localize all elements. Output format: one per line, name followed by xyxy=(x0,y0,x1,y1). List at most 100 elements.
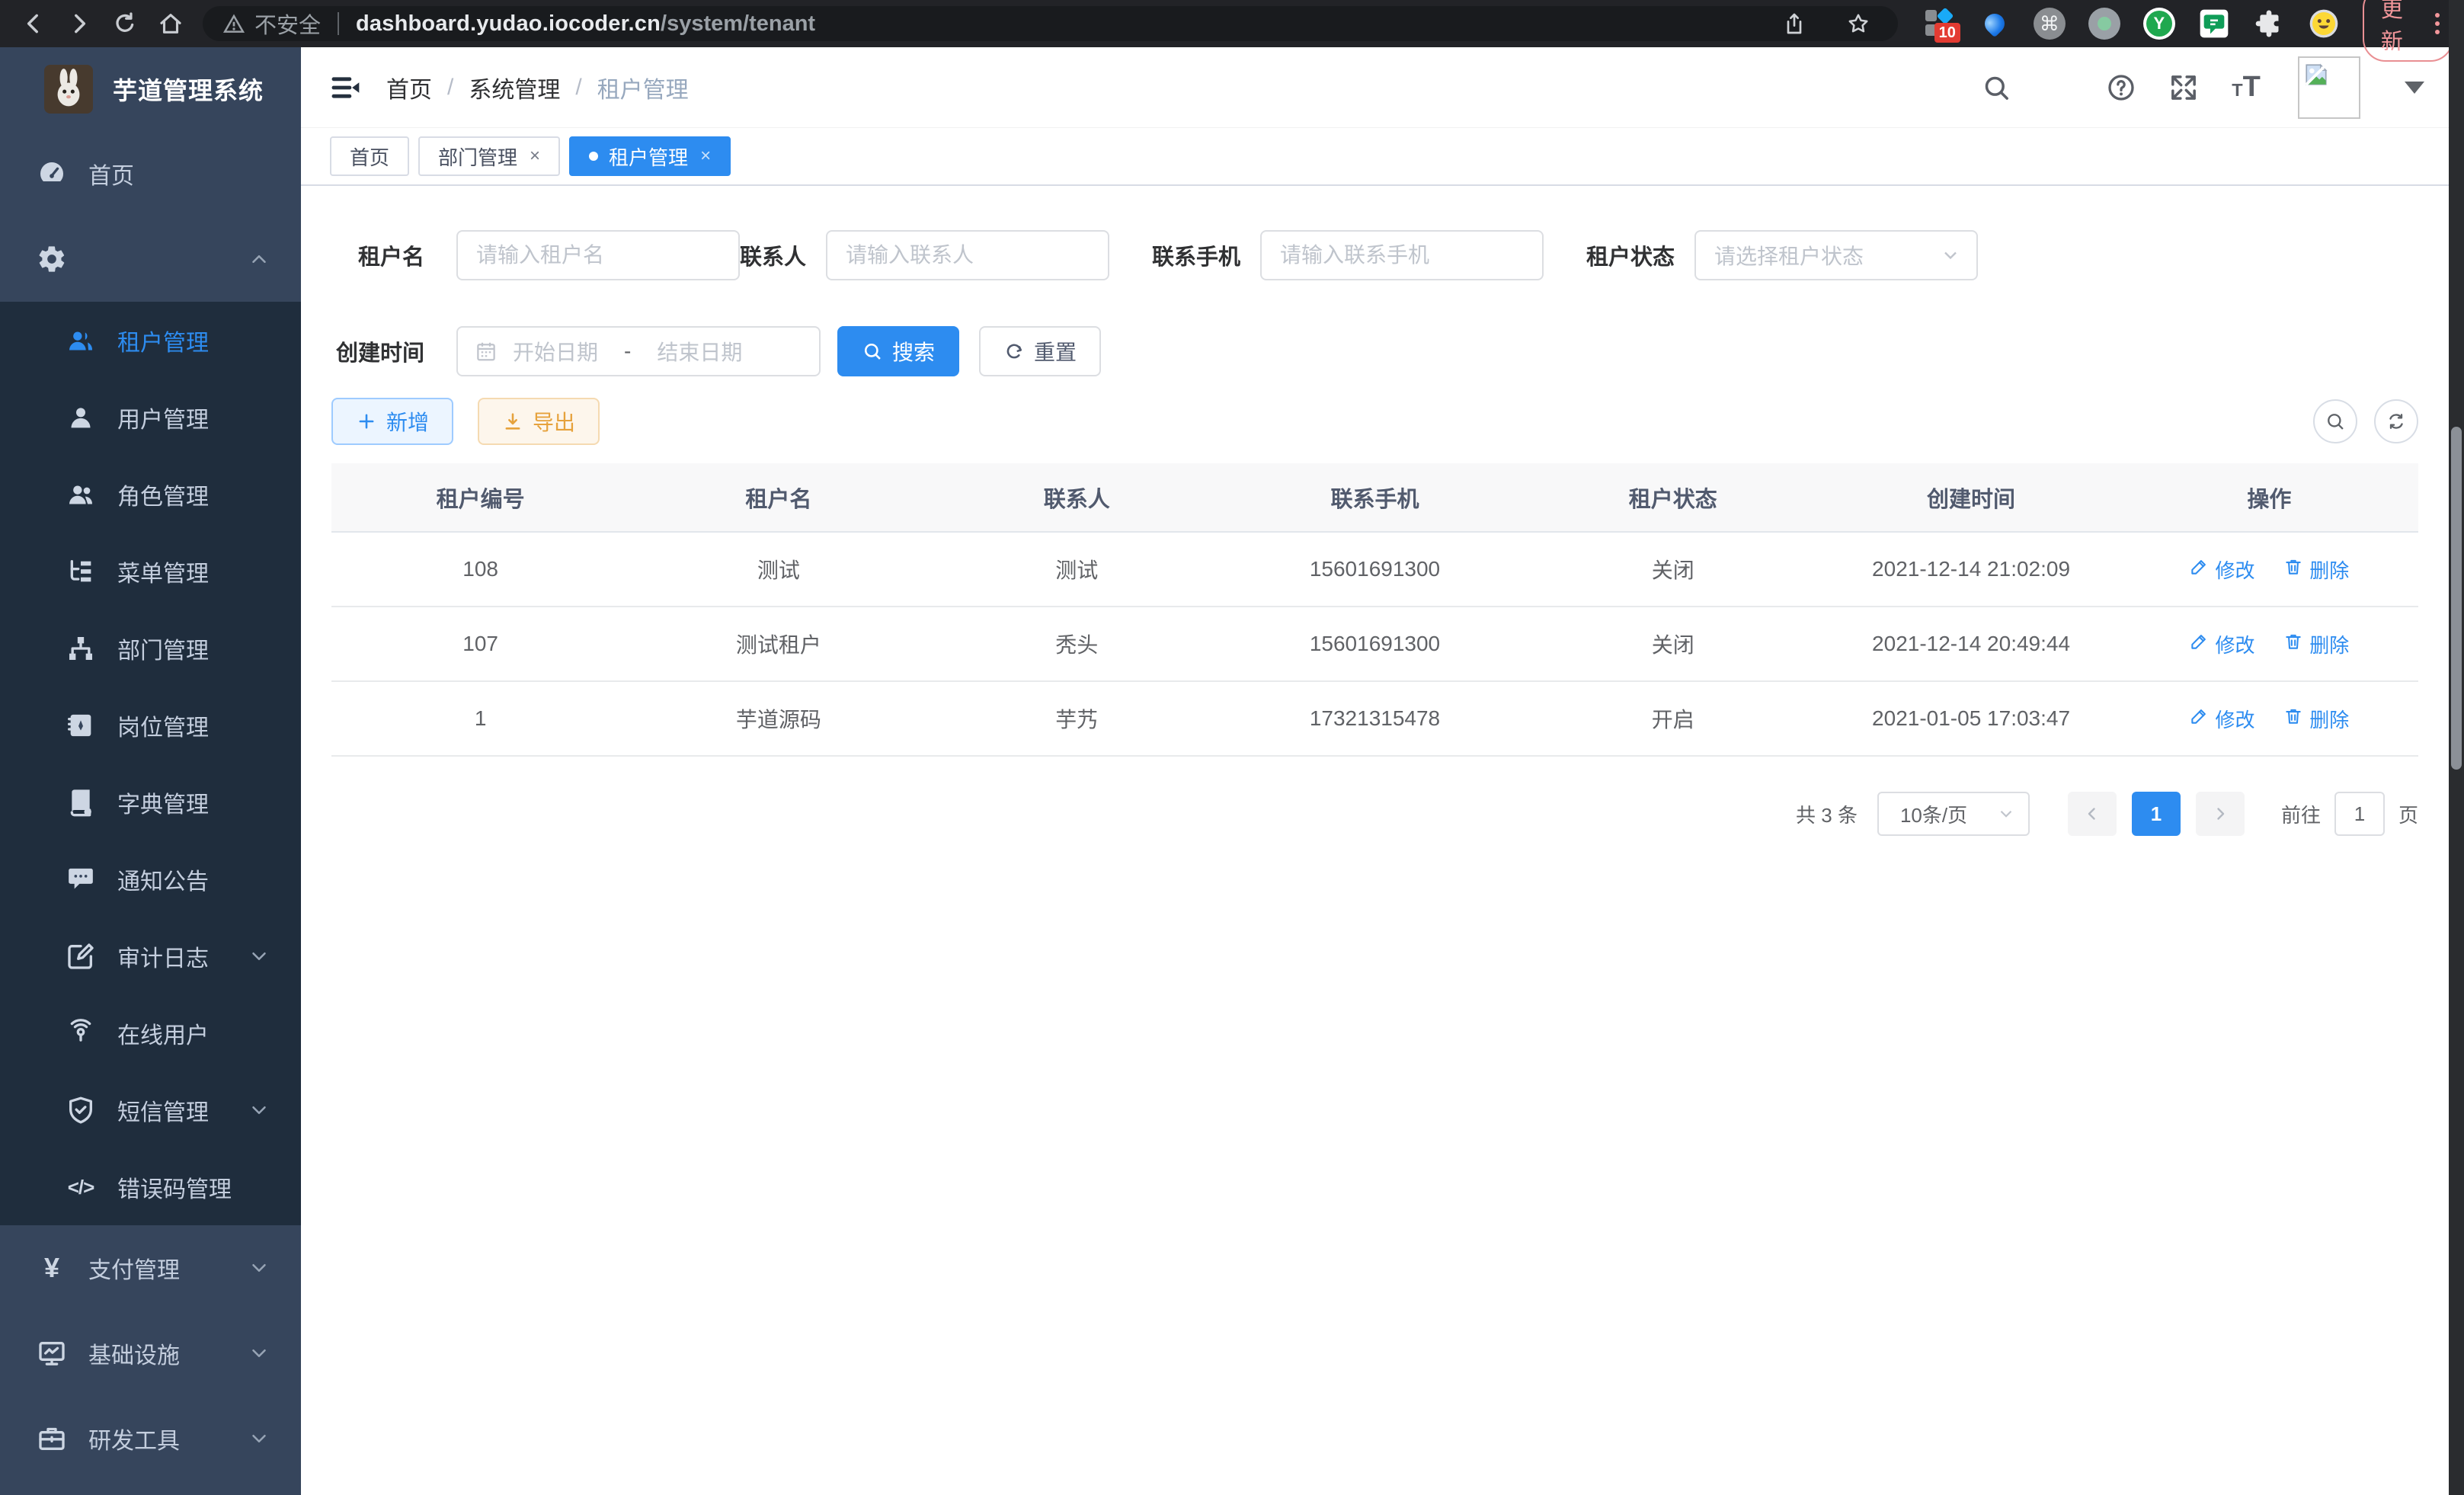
top-navbar: 首页 / 系统管理 / 租户管理 TT xyxy=(301,47,2464,128)
app-logo-rabbit-image xyxy=(44,65,93,114)
sidebar-item-label: 审计日志 xyxy=(117,940,209,973)
navbar-actions: TT xyxy=(1981,56,2424,119)
chat-extension-icon[interactable] xyxy=(2198,8,2230,40)
share-icon[interactable] xyxy=(1782,11,1806,36)
chevron-down-icon[interactable] xyxy=(2405,82,2424,94)
sidebar-item-menu-tree[interactable]: 菜单管理 xyxy=(0,533,301,610)
chevron-down-icon xyxy=(248,1342,270,1365)
browser-forward-icon[interactable] xyxy=(56,5,102,42)
status-select[interactable]: 请选择租户状态 xyxy=(1694,230,1978,280)
puzzle-extensions-icon[interactable] xyxy=(2253,8,2285,40)
goto-page-input[interactable] xyxy=(2334,792,2385,836)
fontsize-icon[interactable]: TT xyxy=(2231,72,2261,103)
yudao-extension-icon[interactable]: Y xyxy=(2143,8,2175,40)
kebab-menu-icon[interactable] xyxy=(2435,13,2440,34)
reset-button[interactable]: 重置 xyxy=(979,326,1101,376)
sidebar-item-role[interactable]: 角色管理 xyxy=(0,456,301,533)
question-icon[interactable] xyxy=(2106,72,2136,103)
sidebar-item-dashboard[interactable]: 首页 xyxy=(0,131,301,216)
github-icon[interactable] xyxy=(2043,72,2074,103)
breadcrumb-separator: / xyxy=(447,75,453,101)
avatar-broken-image[interactable] xyxy=(2298,56,2360,119)
sidebar-item-devtool[interactable]: 研发工具 xyxy=(0,1396,301,1481)
prev-page-button[interactable] xyxy=(2068,792,2117,836)
delete-link[interactable]: 删除 xyxy=(2283,555,2349,584)
pencil-icon xyxy=(2189,632,2209,657)
sidebar-item-gear[interactable]: 系统管理 xyxy=(0,216,301,302)
security-label[interactable]: 不安全 xyxy=(254,8,321,40)
browser-back-icon[interactable] xyxy=(11,5,56,42)
tab-租户管理[interactable]: 租户管理 × xyxy=(569,136,731,176)
breadcrumb: 首页 / 系统管理 / 租户管理 xyxy=(386,71,689,104)
sidebar-item-errcode[interactable]: </> 错误码管理 xyxy=(0,1148,301,1225)
create-time-range-picker[interactable]: 开始日期 - 结束日期 xyxy=(456,326,821,376)
tenant-name-input[interactable] xyxy=(456,230,740,280)
breadcrumb-home[interactable]: 首页 xyxy=(386,71,432,104)
page-content: 租户名 联系人 联系手机 租户状态 请选择租户状态 xyxy=(301,186,2464,836)
mobile-input[interactable] xyxy=(1260,230,1544,280)
edit-link[interactable]: 修改 xyxy=(2189,555,2254,584)
refresh-icon xyxy=(1003,341,1025,362)
recorder-extension-icon[interactable] xyxy=(2088,8,2120,40)
breadcrumb-system[interactable]: 系统管理 xyxy=(469,71,560,104)
current-page[interactable]: 1 xyxy=(2132,792,2181,836)
sidebar-item-post[interactable]: 岗位管理 xyxy=(0,687,301,764)
sidebar-item-dept[interactable]: 部门管理 xyxy=(0,610,301,687)
emoji-avatar-icon[interactable] xyxy=(2308,8,2340,40)
sidebar-collapse-icon[interactable] xyxy=(328,71,362,104)
fullscreen-icon[interactable] xyxy=(2168,72,2199,103)
sidebar-item-dict[interactable]: 字典管理 xyxy=(0,764,301,840)
close-icon[interactable]: × xyxy=(528,146,540,167)
sidebar-item-tenant[interactable]: 租户管理 xyxy=(0,302,301,379)
tab-部门管理[interactable]: 部门管理 × xyxy=(418,136,560,176)
browser-reload-icon[interactable] xyxy=(102,5,148,42)
sidebar-item-label: 字典管理 xyxy=(117,786,209,819)
add-button[interactable]: 新增 xyxy=(331,398,453,445)
table-header-row: 租户编号租户名联系人联系手机租户状态创建时间操作 xyxy=(331,463,2418,532)
star-icon[interactable] xyxy=(1846,11,1870,36)
refresh-table-button[interactable] xyxy=(2374,399,2418,443)
scrollbar-thumb[interactable] xyxy=(2451,427,2462,770)
edit-link[interactable]: 修改 xyxy=(2189,705,2254,733)
column-header: 租户名 xyxy=(629,463,927,532)
filter-row-2: 创建时间 开始日期 - 结束日期 搜索 重置 xyxy=(331,326,2418,376)
tenant-name-label: 租户名 xyxy=(331,239,424,271)
sidebar-menu: 首页 系统管理 租户管理 用户管理 角色管理 菜单管理 部门管理 岗位管理 字典 xyxy=(0,131,301,1481)
table-tools xyxy=(2313,399,2418,443)
pinned-extension-icon[interactable]: 10 xyxy=(1924,8,1956,40)
sidebar-item-infra[interactable]: 基础设施 xyxy=(0,1311,301,1396)
next-page-button[interactable] xyxy=(2196,792,2245,836)
cell-created: 2021-12-14 21:02:09 xyxy=(1822,532,2120,607)
sidebar-item-user[interactable]: 用户管理 xyxy=(0,379,301,456)
show-search-button[interactable] xyxy=(2313,399,2357,443)
sidebar-item-notice[interactable]: 通知公告 xyxy=(0,840,301,917)
delete-link[interactable]: 删除 xyxy=(2283,630,2349,658)
browser-update-button[interactable]: 更新 xyxy=(2363,0,2453,62)
cell-status: 开启 xyxy=(1524,681,1822,756)
search-button[interactable]: 搜索 xyxy=(837,326,959,376)
url-path: /system/tenant xyxy=(661,11,815,37)
search-icon[interactable] xyxy=(1981,72,2011,103)
close-icon[interactable]: × xyxy=(699,146,711,167)
page-size-select[interactable]: 10条/页 xyxy=(1877,792,2030,836)
devtool-icon xyxy=(37,1423,67,1454)
browser-home-icon[interactable] xyxy=(148,5,194,42)
sidebar-item-log[interactable]: 审计日志 xyxy=(0,917,301,994)
cell-tenant-name: 芋道源码 xyxy=(629,681,927,756)
trash-icon xyxy=(2283,632,2303,657)
delete-link[interactable]: 删除 xyxy=(2283,705,2349,733)
address-bar[interactable]: 不安全 dashboard.yudao.iocoder.cn/system/te… xyxy=(203,6,1898,41)
column-header: 创建时间 xyxy=(1822,463,2120,532)
tab-首页[interactable]: 首页 xyxy=(330,136,409,176)
export-button[interactable]: 导出 xyxy=(478,398,600,445)
sidebar-item-pay[interactable]: ¥ 支付管理 xyxy=(0,1225,301,1311)
contact-label: 联系人 xyxy=(740,239,806,271)
contact-input[interactable] xyxy=(826,230,1109,280)
sidebar-item-label: 基础设施 xyxy=(88,1337,180,1370)
command-extension-icon[interactable]: ⌘ xyxy=(2034,8,2066,40)
app-logo-row[interactable]: 芋道管理系统 xyxy=(0,47,301,131)
sidebar-item-online[interactable]: 在线用户 xyxy=(0,994,301,1071)
edit-link[interactable]: 修改 xyxy=(2189,630,2254,658)
sidebar-item-sms[interactable]: 短信管理 xyxy=(0,1071,301,1148)
map-pin-extension-icon[interactable] xyxy=(1979,8,2011,40)
